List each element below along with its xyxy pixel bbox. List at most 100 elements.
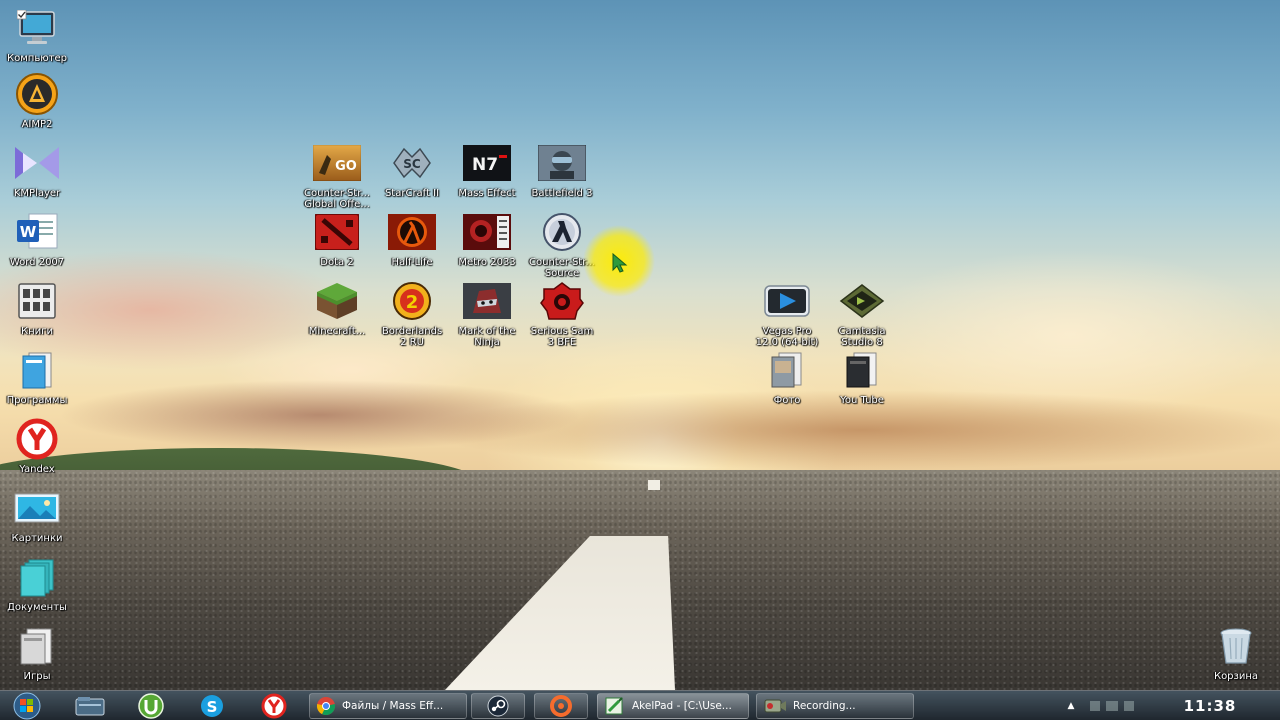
pictures-icon [13, 484, 61, 532]
svg-text:GO: GO [335, 159, 357, 174]
desktop-icon-label: Half-Life [391, 257, 433, 268]
taskbar-pinned-skype[interactable]: S [190, 693, 234, 719]
desktop-icon-camtasia[interactable]: Camtasia Studio 8 [824, 277, 900, 348]
desktop-icon-label: Картинки [11, 533, 63, 544]
desktop-icon-label: Mark of the Ninja [458, 326, 516, 348]
show-hidden-icons-button[interactable]: ▲ [1063, 697, 1079, 715]
taskbar-task-steam[interactable] [471, 693, 525, 719]
svg-text:N7: N7 [472, 155, 498, 175]
desktop-icon-games-folder[interactable]: Игры [0, 622, 75, 682]
explorer-icon [75, 697, 105, 716]
taskbar: S Файлы / Mass Eff... AkelPad - [C:\Use.… [0, 690, 1280, 720]
taskbar-task-chrome[interactable]: Файлы / Mass Eff... [309, 693, 467, 719]
desktop-icon-minecraft[interactable]: Minecraft... [299, 277, 375, 337]
desktop-icon-label: KMPlayer [13, 188, 61, 199]
desktop-icon-label: AIMP2 [21, 119, 53, 130]
skype-icon: S [201, 695, 223, 717]
desktop-icon-mark-of-the-ninja[interactable]: Mark of the Ninja [449, 277, 525, 348]
yandex-browser-icon [261, 693, 287, 719]
utorrent-icon [138, 693, 164, 719]
desktop-icon-computer[interactable]: Компьютер [0, 4, 75, 64]
desktop-icon-label: Программы [6, 395, 68, 406]
start-button[interactable] [4, 691, 50, 720]
road-marking [648, 480, 660, 490]
documents-icon [13, 553, 61, 601]
desktop-icon-label: Battlefield 3 [531, 188, 593, 199]
books-icon [13, 277, 61, 325]
metro-icon [463, 208, 511, 256]
desktop-icon-mass-effect[interactable]: N7 Mass Effect [449, 139, 525, 199]
vegas-icon [763, 277, 811, 325]
desktop-icon-photo-folder[interactable]: Фото [749, 346, 825, 406]
desktop-icon-borderlands[interactable]: 2 Borderlands 2 RU [374, 277, 450, 348]
steam-icon [487, 695, 509, 717]
desktop-icon-youtube-folder[interactable]: You Tube [824, 346, 900, 406]
aimp-icon [13, 70, 61, 118]
dota-icon [313, 208, 361, 256]
desktop-icon-label: Документы [7, 602, 67, 613]
taskbar-task-label: AkelPad - [C:\Use... [632, 700, 732, 712]
camtasia-icon [838, 277, 886, 325]
desktop-icon-label: Serious Sam 3 BFE [530, 326, 594, 348]
desktop-icon-label: Camtasia Studio 8 [838, 326, 886, 348]
mark-ninja-icon [463, 277, 511, 325]
csgo-icon: GO [313, 139, 361, 187]
kmplayer-icon [13, 139, 61, 187]
desktop-icon-starcraft[interactable]: SC StarCraft II [374, 139, 450, 199]
system-tray-icons [1090, 701, 1134, 711]
yandex-icon [13, 415, 61, 463]
akelpad-icon [605, 697, 623, 715]
desktop-icon-csgo[interactable]: GO Counter-Str... Global Offe... [299, 139, 375, 210]
recycle-bin-icon [1212, 622, 1260, 670]
svg-text:2: 2 [406, 292, 419, 313]
desktop-icon-label: Yandex [19, 464, 55, 475]
desktop-icon-vegas-pro[interactable]: Vegas Pro 12.0 (64-bit) [749, 277, 825, 348]
desktop-icon-recycle-bin[interactable]: Корзина [1198, 622, 1274, 682]
taskbar-pinned-yandex-browser[interactable] [252, 693, 296, 719]
desktop-icon-label: StarCraft II [384, 188, 440, 199]
desktop-icon-books[interactable]: Книги [0, 277, 75, 337]
desktop-icon-label: Borderlands 2 RU [381, 326, 443, 348]
taskbar-task-origin[interactable] [534, 693, 588, 719]
taskbar-task-akelpad[interactable]: AkelPad - [C:\Use... [597, 693, 749, 719]
desktop-icon-label: Metro 2033 [458, 257, 516, 268]
half-life-icon [388, 208, 436, 256]
desktop-icon-documents[interactable]: Документы [0, 553, 75, 613]
desktop-icon-label: Word 2007 [9, 257, 65, 268]
taskbar-pinned-utorrent[interactable] [129, 693, 173, 719]
desktop-icon-dota[interactable]: Dota 2 [299, 208, 375, 268]
desktop-icon-label: Dota 2 [320, 257, 354, 268]
desktop-icon-programs[interactable]: Программы [0, 346, 75, 406]
desktop-icon-yandex[interactable]: Yandex [0, 415, 75, 475]
desktop-icon-word[interactable]: W Word 2007 [0, 208, 75, 268]
taskbar-task-label: Файлы / Mass Eff... [342, 700, 444, 712]
borderlands-icon: 2 [388, 277, 436, 325]
chrome-icon [316, 697, 336, 716]
desktop-icon-battlefield[interactable]: Battlefield 3 [524, 139, 600, 199]
svg-text:S: S [207, 698, 218, 716]
word-icon: W [13, 208, 61, 256]
desktop-icon-label: You Tube [840, 395, 884, 406]
desktop-icon-label: Vegas Pro 12.0 (64-bit) [755, 326, 819, 348]
desktop-icon-serious-sam[interactable]: Serious Sam 3 BFE [524, 277, 600, 348]
battlefield-icon [538, 139, 586, 187]
minecraft-icon [313, 277, 361, 325]
svg-text:SC: SC [403, 157, 421, 171]
desktop-icon-half-life[interactable]: Half-Life [374, 208, 450, 268]
desktop-icon-label: Mass Effect [458, 188, 516, 199]
desktop-icon-label: Counter-Str... Global Offe... [304, 188, 370, 210]
programs-folder-icon [13, 346, 61, 394]
taskbar-task-recording[interactable]: Recording... [756, 693, 914, 719]
desktop-icon-kmplayer[interactable]: KMPlayer [0, 139, 75, 199]
desktop-icon-label: Игры [23, 671, 51, 682]
svg-text:W: W [20, 223, 37, 241]
system-clock[interactable]: 11:38 [1150, 691, 1270, 720]
mass-effect-icon: N7 [463, 139, 511, 187]
css-icon [538, 208, 586, 256]
desktop-icon-pictures[interactable]: Картинки [0, 484, 75, 544]
taskbar-pinned-explorer[interactable] [68, 693, 112, 719]
desktop-icon-label: Компьютер [7, 53, 67, 64]
desktop-icon-metro[interactable]: Metro 2033 [449, 208, 525, 268]
desktop-icon-aimp2[interactable]: AIMP2 [0, 70, 75, 130]
starcraft-icon: SC [388, 139, 436, 187]
